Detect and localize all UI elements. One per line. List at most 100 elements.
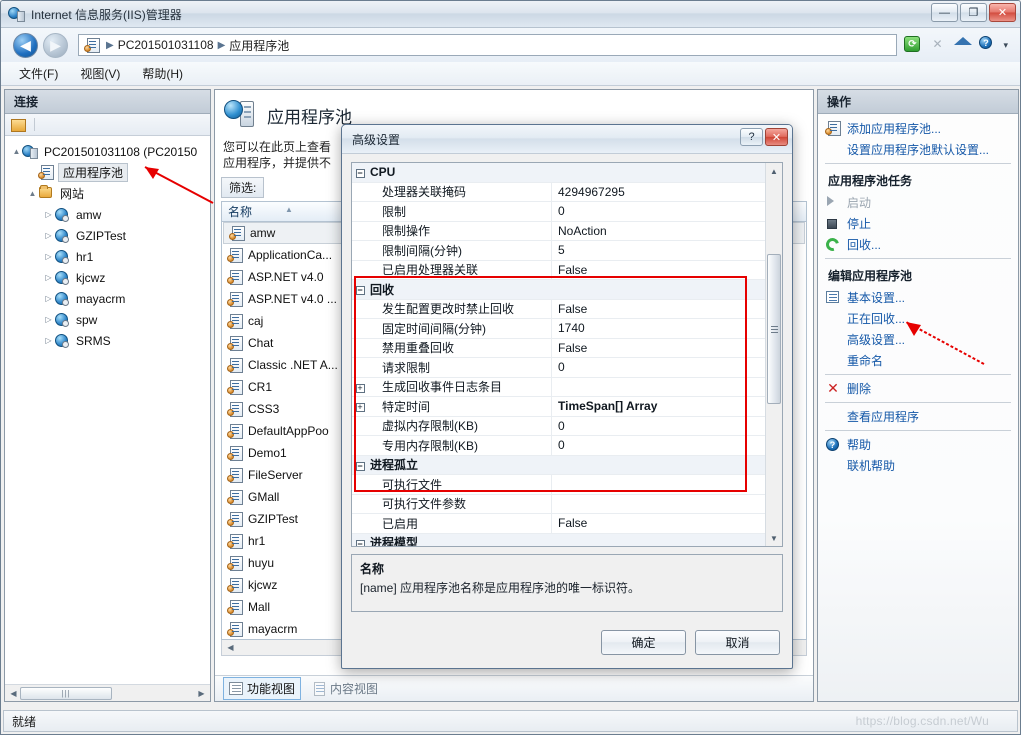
settings-property-row[interactable]: 发生配置更改时禁止回收 False (352, 299, 765, 319)
back-arrow-icon[interactable]: ◀ (13, 32, 38, 58)
chevron-down-icon[interactable]: ▾ (1003, 40, 1008, 51)
settings-grid[interactable]: − CPU 处理器关联掩码 4294967295 限制 0 限制操作 NoAction 限制间隔… (352, 163, 765, 546)
dialog-close-button[interactable]: ✕ (765, 128, 788, 146)
tree-twisty-icon[interactable]: ▷ (43, 273, 54, 282)
expander-icon[interactable]: − (355, 286, 365, 296)
cancel-button[interactable]: 取消 (695, 629, 780, 655)
list-hscroll-left-icon[interactable]: ◀ (224, 643, 237, 652)
action-item-link[interactable]: 正在回收... (818, 308, 1018, 329)
new-connection-icon[interactable] (11, 117, 27, 132)
setting-value[interactable]: False (551, 260, 765, 279)
row-expander[interactable]: − (352, 282, 368, 296)
action-item-link[interactable]: 设置应用程序池默认设置... (818, 139, 1018, 160)
resize-grip[interactable] (1001, 716, 1013, 728)
settings-property-row[interactable]: 可执行文件 (352, 475, 765, 495)
setting-value[interactable]: 1740 (551, 319, 765, 338)
settings-category-row[interactable]: − 回收 (352, 280, 765, 300)
tree-item-hr1[interactable]: ▷ hr1 (5, 246, 210, 267)
action-item-link[interactable]: 联机帮助 (818, 455, 1018, 476)
tree-item-mayacrm[interactable]: ▷ mayacrm (5, 288, 210, 309)
scrollbar-thumb[interactable] (767, 254, 781, 404)
scrollbar-track[interactable] (766, 179, 782, 530)
row-expander[interactable]: + (352, 399, 368, 413)
settings-property-row[interactable]: 请求限制 0 (352, 358, 765, 378)
setting-value[interactable]: TimeSpan[] Array (551, 397, 765, 416)
action-item-link[interactable]: 重命名 (818, 350, 1018, 371)
setting-value[interactable]: 4294967295 (551, 182, 765, 201)
setting-value[interactable]: 0 (551, 436, 765, 455)
setting-value[interactable]: 0 (551, 358, 765, 377)
settings-grid-scrollbar[interactable]: ▲ ▼ (765, 163, 782, 546)
setting-value[interactable]: 0 (551, 202, 765, 221)
minimize-button[interactable]: — (931, 3, 958, 22)
settings-property-row[interactable]: 限制 0 (352, 202, 765, 222)
row-expander[interactable]: − (352, 536, 368, 546)
tree-twisty-icon[interactable]: ▷ (43, 315, 54, 324)
settings-property-row[interactable]: + 特定时间 TimeSpan[] Array (352, 397, 765, 417)
action-item-basic-settings-icon[interactable]: 基本设置... (818, 287, 1018, 308)
hscroll-right-icon[interactable]: ▶ (195, 689, 208, 698)
expander-icon[interactable]: + (355, 383, 365, 393)
row-expander[interactable]: − (352, 165, 368, 179)
menu-view[interactable]: 视图(V) (80, 65, 120, 82)
scroll-down-icon[interactable]: ▼ (766, 530, 782, 546)
tree-twisty-icon[interactable]: ▲ (11, 147, 22, 156)
setting-value[interactable]: False (551, 514, 765, 533)
settings-property-row[interactable]: 专用内存限制(KB) 0 (352, 436, 765, 456)
settings-property-row[interactable]: 固定时间间隔(分钟) 1740 (352, 319, 765, 339)
scroll-up-icon[interactable]: ▲ (766, 163, 782, 179)
tab-features-view[interactable]: 功能视图 (223, 677, 302, 700)
maximize-button[interactable]: ❐ (960, 3, 987, 22)
tab-content-view[interactable]: 内容视图 (307, 678, 383, 699)
settings-property-row[interactable]: + 生成回收事件日志条目 (352, 377, 765, 397)
column-header-name[interactable]: 名称 (228, 203, 252, 220)
setting-value[interactable]: False (551, 338, 765, 357)
hscroll-left-icon[interactable]: ◀ (7, 689, 20, 698)
setting-value[interactable] (551, 163, 765, 182)
row-expander[interactable]: + (352, 380, 368, 394)
tree-item-gziptest[interactable]: ▷ GZIPTest (5, 225, 210, 246)
setting-value[interactable]: False (551, 299, 765, 318)
settings-property-row[interactable]: 已启用 False (352, 514, 765, 534)
hscroll-thumb[interactable]: ||| (20, 686, 112, 700)
tree-twisty-icon[interactable]: ▷ (43, 210, 54, 219)
settings-category-row[interactable]: − 进程孤立 (352, 455, 765, 475)
expander-icon[interactable]: − (355, 461, 365, 471)
action-item-help-circle-icon[interactable]: ? 帮助 (818, 434, 1018, 455)
settings-property-row[interactable]: 处理器关联掩码 4294967295 (352, 182, 765, 202)
action-item-stop-square-icon[interactable]: 停止 (818, 213, 1018, 234)
breadcrumb-server[interactable]: PC201501031108 (118, 38, 214, 52)
tree-item-应用程序池[interactable]: 应用程序池 (5, 162, 210, 183)
menu-help[interactable]: 帮助(H) (142, 65, 183, 82)
action-item-delete-icon[interactable]: ✕ 删除 (818, 378, 1018, 399)
settings-property-row[interactable]: 限制操作 NoAction (352, 221, 765, 241)
setting-value[interactable] (551, 494, 765, 513)
tree-item-srms[interactable]: ▷ SRMS (5, 330, 210, 351)
settings-property-row[interactable]: 限制间隔(分钟) 5 (352, 241, 765, 261)
tree-item-kjcwz[interactable]: ▷ kjcwz (5, 267, 210, 288)
tree-item-pc201501031108[interactable]: ▲ PC201501031108 (PC20150 (5, 141, 210, 162)
action-item-link[interactable]: 查看应用程序 (818, 406, 1018, 427)
expander-icon[interactable]: − (355, 169, 365, 179)
breadcrumb[interactable]: ▶ PC201501031108 ▶ 应用程序池 (78, 34, 898, 56)
ok-button[interactable]: 确定 (601, 629, 686, 655)
tree-twisty-icon[interactable]: ▷ (43, 336, 54, 345)
setting-value[interactable]: 0 (551, 416, 765, 435)
settings-property-row[interactable]: 虚拟内存限制(KB) 0 (352, 416, 765, 436)
setting-value[interactable] (551, 280, 765, 299)
setting-value[interactable] (551, 475, 765, 494)
setting-value[interactable]: NoAction (551, 221, 765, 240)
setting-value[interactable]: 5 (551, 241, 765, 260)
settings-category-row[interactable]: − 进程模型 (352, 533, 765, 546)
forward-arrow-icon[interactable]: ▶ (43, 32, 68, 58)
tree-twisty-icon[interactable]: ▷ (43, 252, 54, 261)
settings-property-row[interactable]: 已启用处理器关联 False (352, 260, 765, 280)
home-icon[interactable] (953, 35, 973, 55)
expander-icon[interactable]: + (355, 403, 365, 413)
tree-item-网站[interactable]: ▲ 网站 (5, 183, 210, 204)
tree-twisty-icon[interactable]: ▲ (27, 189, 38, 198)
tree-twisty-icon[interactable]: ▷ (43, 294, 54, 303)
connections-tree[interactable]: ▲ PC201501031108 (PC20150 应用程序池 ▲ 网站 ▷ amw ▷ GZI… (5, 136, 210, 684)
menu-file[interactable]: 文件(F) (19, 65, 58, 82)
connections-hscrollbar[interactable]: ◀ ||| ▶ (5, 684, 210, 701)
